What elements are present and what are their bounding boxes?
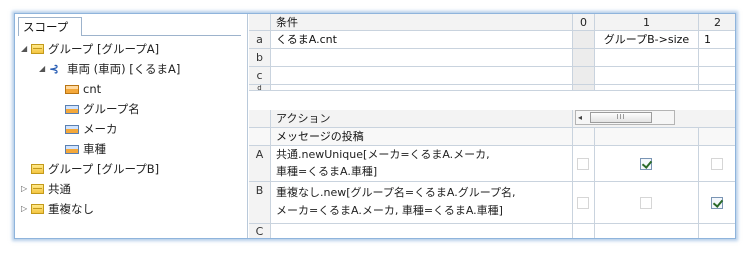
scrollbar-thumb[interactable]: III — [590, 112, 652, 123]
condition-cell[interactable] — [573, 49, 595, 67]
scope-tab[interactable]: スコープ — [18, 17, 82, 36]
action-checkbox[interactable] — [640, 158, 652, 170]
horizontal-scrollbar[interactable]: ◂ III — [575, 110, 675, 125]
action-cell — [573, 128, 595, 146]
action-cell — [699, 128, 735, 146]
tree-item-vehicle[interactable]: ◢ ⊰ 車両 (車両) [くるまA] — [39, 60, 180, 78]
corner-header — [249, 14, 271, 31]
rule-column-header-1[interactable]: 1 — [595, 14, 699, 31]
condition-expression[interactable] — [271, 67, 573, 85]
condition-cell[interactable] — [573, 67, 595, 85]
condition-cell[interactable] — [573, 31, 595, 49]
condition-cell[interactable] — [595, 85, 699, 91]
folder-icon — [31, 164, 44, 174]
decision-grid: 条件 0 1 2 a くるまA.cnt グループB->size 1 b c d … — [249, 14, 735, 238]
action-row-id: B — [249, 182, 271, 224]
tree-item-label: cnt — [83, 82, 102, 96]
action-cell — [573, 224, 595, 238]
action-checkbox[interactable] — [711, 197, 723, 209]
scope-pane: スコープ ◢ グループ [グループA] ◢ ⊰ 車両 (車両) [くるまA] cnt … — [15, 14, 248, 238]
rule-column-header-2[interactable]: 2 — [699, 14, 735, 31]
tree-item-no-duplicates[interactable]: ▷ 重複なし — [21, 200, 94, 218]
tree-item-cnt[interactable]: cnt — [65, 80, 101, 98]
condition-expression[interactable] — [271, 85, 573, 91]
action-cell — [699, 182, 735, 224]
association-icon: ⊰ — [49, 62, 60, 76]
tree-item-label: 車種 — [83, 142, 106, 156]
action-cell — [573, 182, 595, 224]
condition-cell[interactable] — [573, 85, 595, 91]
condition-cell[interactable] — [595, 67, 699, 85]
condition-cell[interactable]: グループB->size — [595, 31, 699, 49]
condition-cell[interactable] — [699, 67, 735, 85]
folder-icon — [31, 184, 44, 194]
field-icon — [65, 145, 79, 154]
scroll-left-icon[interactable]: ◂ — [578, 111, 582, 124]
action-cell — [595, 146, 699, 182]
field-icon — [65, 105, 79, 114]
tree-item-label: グループ [グループB] — [48, 162, 160, 176]
action-line: メーカ=くるまA.メーカ, 車種=くるまA.車種] — [276, 204, 503, 217]
tree-item-label: メーカ — [83, 122, 118, 136]
field-icon — [65, 125, 79, 134]
action-checkbox[interactable] — [711, 158, 723, 170]
condition-expression[interactable]: くるまA.cnt — [271, 31, 573, 49]
tree-item-label: 重複なし — [48, 202, 94, 216]
rule-column-header-0[interactable]: 0 — [573, 14, 595, 31]
action-line: 共通.newUnique[メーカ=くるまA.メーカ, — [276, 148, 490, 161]
tree-item-maker[interactable]: メーカ — [65, 120, 118, 138]
condition-cell[interactable] — [699, 85, 735, 91]
condition-row-id: c — [249, 67, 271, 85]
expand-toggle-icon[interactable]: ◢ — [21, 40, 31, 58]
action-cell — [699, 224, 735, 238]
action-checkbox[interactable] — [577, 158, 589, 170]
expand-toggle-icon[interactable]: ▷ — [21, 200, 31, 218]
scope-tab-underline — [82, 35, 241, 36]
decision-table-window: スコープ ◢ グループ [グループA] ◢ ⊰ 車両 (車両) [くるまA] cnt … — [14, 13, 736, 239]
action-expression[interactable]: 共通.newUnique[メーカ=くるまA.メーカ, 車種=くるまA.車種] — [271, 146, 573, 182]
action-row-id: A — [249, 146, 271, 182]
tree-item-group-a[interactable]: ◢ グループ [グループA] — [21, 40, 159, 58]
conditions-header: 条件 — [271, 14, 573, 31]
expand-toggle-icon[interactable]: ▷ — [21, 180, 31, 198]
action-cell — [573, 146, 595, 182]
folder-icon — [31, 204, 44, 214]
actions-sub-corner — [249, 128, 271, 146]
tree-item-common[interactable]: ▷ 共通 — [21, 180, 71, 198]
tree-item-label: グループ名 — [83, 102, 140, 116]
condition-row-id: d — [249, 85, 271, 91]
action-cell — [595, 224, 699, 238]
condition-cell[interactable]: 1 — [699, 31, 735, 49]
action-checkbox[interactable] — [640, 197, 652, 209]
tree-item-label: グループ [グループA] — [48, 42, 160, 56]
tree-item-label: 共通 — [48, 182, 71, 196]
action-cell — [595, 182, 699, 224]
action-expression[interactable]: 重複なし.new[グループ名=くるまA.グループ名, メーカ=くるまA.メーカ,… — [271, 182, 573, 224]
condition-row-id: b — [249, 49, 271, 67]
tree-item-group-name[interactable]: グループ名 — [65, 100, 140, 118]
actions-header: アクション — [271, 110, 573, 128]
tree-item-model[interactable]: 車種 — [65, 140, 106, 158]
expand-toggle-icon[interactable]: ◢ — [39, 60, 49, 78]
folder-icon — [31, 44, 44, 54]
field-icon — [65, 85, 79, 94]
condition-row-id: a — [249, 31, 271, 49]
condition-cell[interactable] — [595, 49, 699, 67]
action-cell — [699, 146, 735, 182]
message-post-header: メッセージの投稿 — [271, 128, 573, 146]
action-row-id: C — [249, 224, 271, 238]
actions-corner — [249, 110, 271, 128]
tree-item-group-b[interactable]: グループ [グループB] — [21, 160, 159, 178]
tree-item-label: 車両 (車両) [くるまA] — [67, 62, 181, 76]
action-expression[interactable] — [271, 224, 573, 238]
action-cell — [595, 128, 699, 146]
action-line: 車種=くるまA.車種] — [276, 165, 378, 178]
condition-expression[interactable] — [271, 49, 573, 67]
action-checkbox[interactable] — [577, 197, 589, 209]
action-line: 重複なし.new[グループ名=くるまA.グループ名, — [276, 186, 516, 199]
condition-cell[interactable] — [699, 49, 735, 67]
